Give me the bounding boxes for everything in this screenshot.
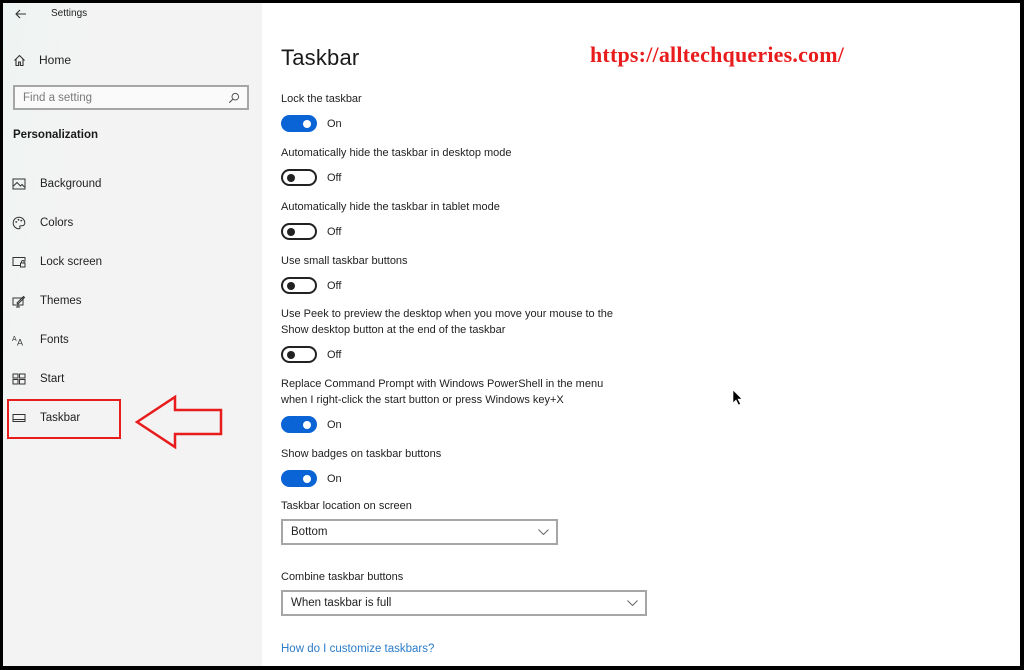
back-button[interactable] — [13, 6, 29, 22]
sidebar-item-colors[interactable]: Colors — [12, 213, 212, 233]
watermark-url: https://alltechqueries.com/ — [590, 42, 845, 67]
select-label: Taskbar location on screen — [281, 500, 412, 512]
autohide-desktop-toggle[interactable] — [281, 169, 317, 186]
home-icon — [14, 54, 25, 66]
setting-label-line-2: when I right-click the start button or p… — [281, 394, 564, 406]
section-heading-personalization: Personalization — [13, 129, 98, 141]
sidebar-item-start[interactable]: Start — [12, 369, 212, 389]
toggle-state: Off — [327, 279, 342, 292]
select-value: Bottom — [291, 526, 328, 538]
select-label: Combine taskbar buttons — [281, 571, 404, 583]
annotation-highlight-box — [7, 399, 121, 439]
arrow-left-icon — [15, 9, 26, 19]
setting-label: Automatically hide the taskbar in deskto… — [281, 147, 512, 159]
setting-autohide-desktop: Automatically hide the taskbar in deskto… — [281, 145, 512, 186]
lock-screen-icon — [12, 255, 26, 269]
sidebar-item-label: Background — [40, 178, 102, 190]
sidebar-item-label: Start — [40, 373, 65, 385]
setting-lock-taskbar: Lock the taskbar On — [281, 91, 362, 132]
sidebar-item-lock-screen[interactable]: Lock screen — [12, 252, 212, 272]
badges-toggle[interactable] — [281, 470, 317, 487]
setting-label-line-2: Show desktop button at the end of the ta… — [281, 324, 506, 336]
setting-autohide-tablet: Automatically hide the taskbar in tablet… — [281, 199, 500, 240]
sidebar-item-label: Themes — [40, 295, 82, 307]
fonts-icon: A A — [12, 333, 26, 347]
sidebar-item-label: Lock screen — [40, 256, 103, 268]
toggle-state: Off — [327, 171, 342, 184]
sidebar-item-fonts[interactable]: A A Fonts — [12, 330, 212, 350]
peek-toggle[interactable] — [281, 346, 317, 363]
powershell-toggle[interactable] — [281, 416, 317, 433]
main-content: Taskbar https://alltechqueries.com/ Lock… — [262, 3, 1020, 666]
home-label: Home — [39, 53, 72, 67]
taskbar-location-select[interactable]: Bottom — [281, 519, 558, 545]
title-bar: Settings — [3, 3, 262, 27]
page-title: Taskbar — [281, 45, 360, 70]
svg-text:A: A — [17, 338, 23, 347]
annotation-arrow-icon — [134, 394, 223, 450]
chevron-down-icon — [537, 528, 549, 536]
search-icon[interactable] — [227, 91, 241, 105]
lock-taskbar-toggle[interactable] — [281, 115, 317, 132]
setting-combine-buttons: Combine taskbar buttons When taskbar is … — [281, 571, 647, 616]
palette-icon — [12, 216, 26, 230]
search-box[interactable] — [13, 85, 249, 110]
setting-label: Show badges on taskbar buttons — [281, 448, 442, 460]
sidebar-item-label: Fonts — [40, 334, 69, 346]
mouse-cursor-icon — [732, 389, 743, 406]
small-buttons-toggle[interactable] — [281, 277, 317, 294]
select-value: When taskbar is full — [291, 597, 392, 609]
setting-label-line-1: Replace Command Prompt with Windows Powe… — [281, 378, 604, 390]
toggle-state: Off — [327, 225, 342, 238]
autohide-tablet-toggle[interactable] — [281, 223, 317, 240]
sidebar-item-background[interactable]: Background — [12, 174, 212, 194]
toggle-state: On — [327, 472, 342, 485]
setting-label: Use small taskbar buttons — [281, 255, 408, 267]
toggle-state: On — [327, 418, 342, 431]
setting-peek: Use Peek to preview the desktop when you… — [281, 306, 613, 363]
search-input[interactable] — [15, 91, 227, 104]
sidebar-item-label: Colors — [40, 217, 74, 229]
help-link-customize-taskbars[interactable]: How do I customize taskbars? — [281, 643, 434, 655]
chevron-down-icon — [626, 599, 638, 607]
app-title: Settings — [51, 8, 88, 19]
setting-taskbar-location: Taskbar location on screen Bottom — [281, 500, 558, 545]
setting-badges: Show badges on taskbar buttons On — [281, 446, 441, 487]
settings-window: Settings Home Personalization — [3, 3, 1020, 666]
start-icon — [12, 372, 26, 386]
setting-label-line-1: Use Peek to preview the desktop when you… — [281, 308, 614, 320]
setting-small-buttons: Use small taskbar buttons Off — [281, 253, 408, 294]
picture-icon — [12, 177, 26, 191]
themes-icon — [12, 294, 26, 308]
sidebar: Settings Home Personalization — [3, 3, 262, 666]
combine-buttons-select[interactable]: When taskbar is full — [281, 590, 647, 616]
sidebar-item-themes[interactable]: Themes — [12, 291, 212, 311]
toggle-state: On — [327, 117, 342, 130]
setting-label: Automatically hide the taskbar in tablet… — [281, 201, 500, 213]
setting-powershell: Replace Command Prompt with Windows Powe… — [281, 376, 603, 433]
setting-label: Lock the taskbar — [281, 93, 362, 105]
sidebar-item-home[interactable]: Home — [13, 52, 71, 68]
toggle-state: Off — [327, 348, 342, 361]
